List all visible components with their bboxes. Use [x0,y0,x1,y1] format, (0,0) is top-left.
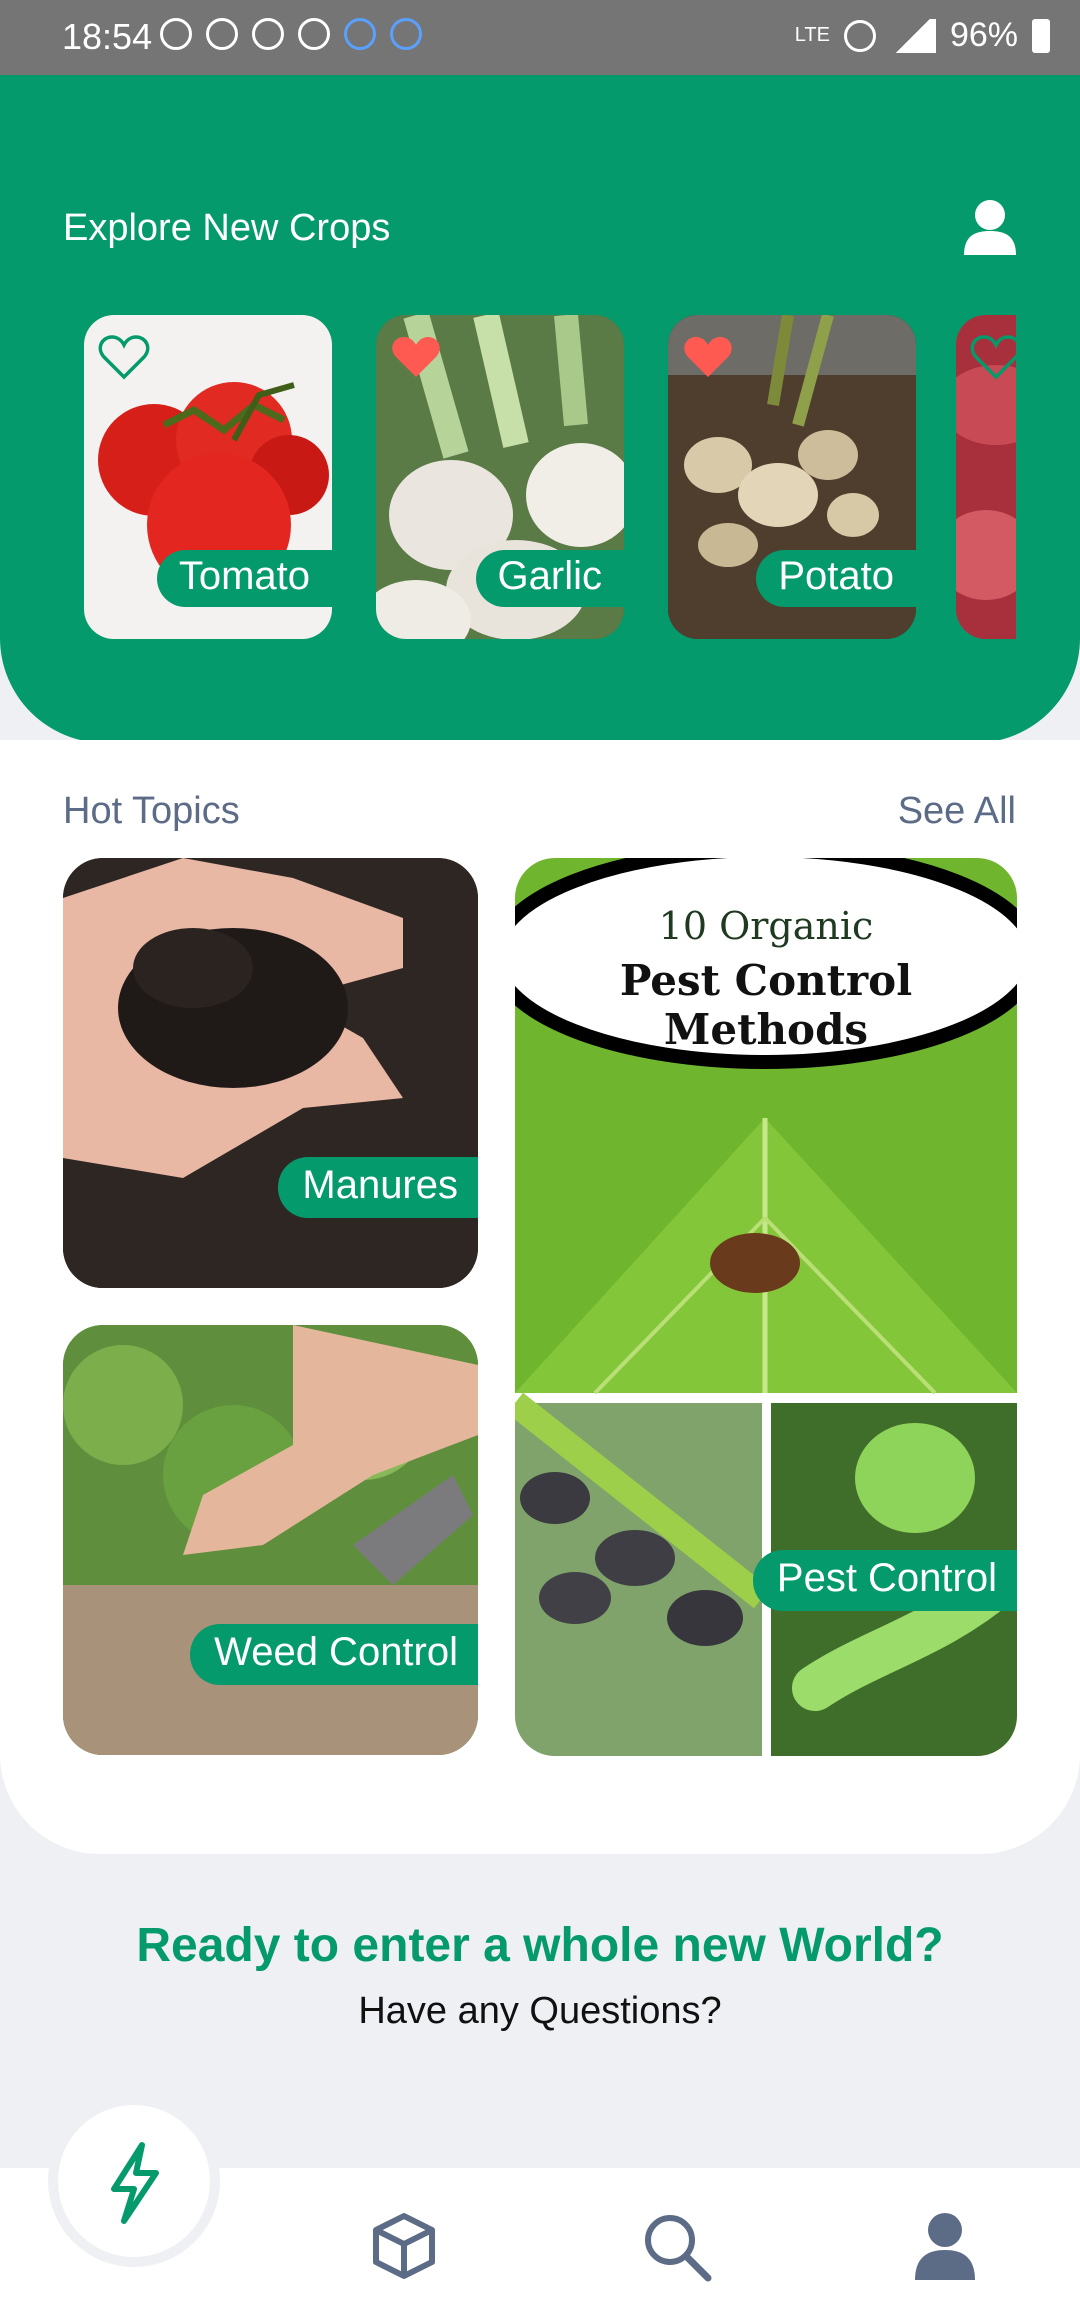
manures-image [63,858,478,1288]
battery-percent: 96% [949,16,1018,54]
cta-subtitle: Have any Questions? [358,1990,722,2032]
lock-icon [160,18,192,50]
crop-card-potato[interactable]: Potato [668,315,916,639]
crop-carousel[interactable]: Tomato Garlic Potato [84,315,1016,639]
alarm-icon [843,19,876,52]
walk-icon [298,18,330,50]
status-time: 18:54 [62,16,153,57]
status-bar: 18:54 LTE 96% [0,0,1080,75]
cube-icon[interactable] [368,2210,440,2282]
face-icon-2 [390,18,422,50]
topic-card-pest-control[interactable]: 10 Organic Pest Control Methods Pest Con… [515,858,1017,1756]
user-icon[interactable] [913,2210,977,2282]
battery-icon [1032,18,1050,53]
hot-topics-title: Hot Topics [63,790,240,832]
page-title: Explore New Crops [63,207,391,249]
crop-card-partial[interactable] [956,315,1016,639]
crop-card-garlic[interactable]: Garlic [376,315,624,639]
network-label: LTE [794,24,830,46]
topic-card-weed-control[interactable]: Weed Control [63,1325,478,1755]
topic-card-manures[interactable]: Manures [63,858,478,1288]
medical-icon [206,18,238,50]
signal-icon [889,18,936,53]
cta-title: Ready to enter a whole new World? [136,1919,944,1972]
phone-icon [252,18,284,50]
heart-outline-icon[interactable] [98,335,150,381]
topic-label: Weed Control [190,1624,478,1685]
heart-filled-icon[interactable] [390,335,442,381]
crop-label: Potato [756,550,916,607]
heart-outline-icon[interactable] [970,335,1016,381]
topic-label: Pest Control [752,1550,1017,1611]
face-icon [344,18,376,50]
weed-control-image [63,1325,478,1755]
crop-card-tomato[interactable]: Tomato [84,315,332,639]
poster-heading: 10 Organic [658,904,874,948]
poster-title: Pest Control Methods [619,956,913,1054]
explore-header: Explore New Crops Tomato Garlic Potato [0,75,1080,743]
crop-label: Tomato [156,550,332,607]
search-icon[interactable] [640,2210,712,2282]
topic-label: Manures [278,1157,478,1218]
flash-button[interactable] [58,2105,210,2257]
notification-icons [160,18,422,50]
status-right: LTE 96% [795,16,1050,55]
heart-filled-icon[interactable] [682,335,734,381]
flash-icon [111,2142,159,2224]
see-all-link[interactable]: See All [898,790,1016,833]
user-icon[interactable] [962,197,1018,257]
crop-label: Garlic [475,550,624,607]
